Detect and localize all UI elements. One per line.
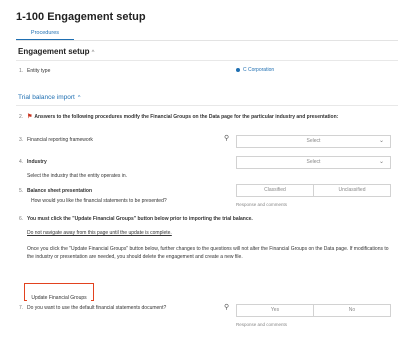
q3-label: Financial reporting framework	[27, 137, 93, 143]
option-classified[interactable]: Classified	[237, 185, 313, 196]
chevron-up-icon[interactable]: ^	[78, 95, 81, 101]
option-no[interactable]: No	[313, 305, 390, 316]
section-divider	[16, 105, 398, 106]
chevron-down-icon: ⌄	[378, 159, 384, 165]
item-number: 6.	[19, 216, 24, 222]
industry-select[interactable]: Select ⌄	[236, 156, 391, 169]
q6-note: Once you click the "Update Financial Gro…	[27, 246, 389, 260]
section-divider	[16, 60, 398, 61]
page-title: 1-100 Engagement setup	[16, 11, 146, 23]
presentation-toggle[interactable]: Classified Unclassified	[236, 184, 391, 197]
q2-text: ⚑ Answers to the following procedures mod…	[27, 113, 338, 120]
entity-type-label: Entity type	[27, 68, 51, 74]
item-number: 4.	[19, 159, 24, 165]
industry-select-value: Select	[306, 159, 321, 165]
framework-select[interactable]: Select ⌄	[236, 135, 391, 148]
radio-selected-icon[interactable]	[236, 67, 240, 72]
tab-divider	[16, 40, 398, 41]
q6-text: You must click the "Update Financial Gro…	[27, 216, 253, 222]
q4-help: Select the industry that the entity oper…	[27, 173, 128, 179]
item-number: 2.	[19, 114, 24, 120]
q6-warning: Do not navigate away from this page unti…	[27, 230, 172, 236]
chevron-up-icon[interactable]: ^	[92, 50, 95, 56]
item-number: 3.	[19, 137, 24, 143]
item-number: 7.	[19, 305, 24, 311]
q2-label: Answers to the following procedures modi…	[34, 114, 339, 120]
entity-type-radio[interactable]: C Corporation	[236, 67, 274, 73]
default-document-toggle[interactable]: Yes No	[236, 304, 391, 317]
chevron-down-icon: ⌄	[378, 138, 384, 144]
engagement-setup-header[interactable]: Engagement setup ^	[18, 47, 94, 56]
lightbulb-icon[interactable]: ⚲	[224, 134, 229, 142]
q5-question: How would you like the financial stateme…	[31, 198, 167, 204]
response-comments-link[interactable]: Response and comments	[236, 202, 287, 207]
q7-question: Do you want to use the default financial…	[27, 305, 167, 311]
entity-type-value: C Corporation	[243, 67, 275, 73]
flag-icon: ⚑	[27, 114, 33, 120]
q5-label: Balance sheet presentation	[27, 188, 93, 194]
engagement-setup-title: Engagement setup	[18, 47, 90, 56]
trial-balance-title: Trial balance import	[18, 94, 75, 101]
q4-label: Industry	[27, 159, 47, 165]
item-number: 1.	[19, 68, 24, 74]
update-button-highlight: Update Financial Groups	[24, 283, 94, 304]
lightbulb-icon[interactable]: ⚲	[224, 303, 229, 311]
option-yes[interactable]: Yes	[237, 305, 313, 316]
option-unclassified[interactable]: Unclassified	[313, 185, 390, 196]
trial-balance-header[interactable]: Trial balance import ^	[18, 94, 80, 101]
update-financial-groups-button[interactable]: Update Financial Groups	[27, 292, 91, 304]
response-comments-link[interactable]: Response and comments	[236, 322, 287, 327]
framework-select-value: Select	[306, 138, 321, 144]
item-number: 5.	[19, 188, 24, 194]
tab-procedures[interactable]: Procedures	[16, 30, 74, 40]
